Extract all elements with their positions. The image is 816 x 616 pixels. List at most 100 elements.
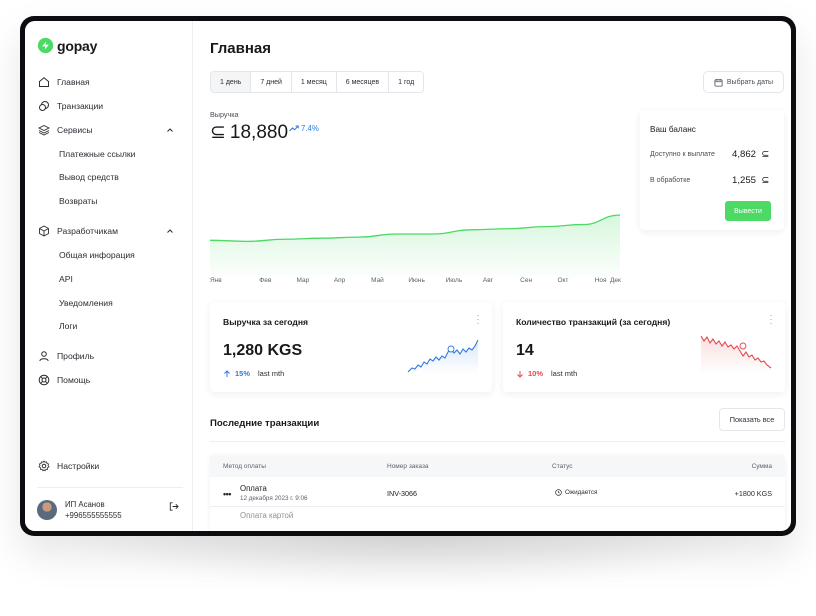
sidebar-subitem-refunds[interactable]: Возвраты: [59, 196, 97, 210]
user-phone: +996555555555: [65, 511, 122, 520]
x-tick-label: Авг: [482, 277, 494, 284]
payment-method: Оплата: [240, 484, 267, 493]
more-vertical-icon[interactable]: · · ·: [475, 311, 481, 328]
payment-method: Оплата картой: [240, 511, 294, 520]
user-profile[interactable]: ИП Асанов +996555555555: [37, 499, 122, 521]
sidebar-item-profile[interactable]: Профиль: [38, 347, 94, 365]
sidebar-item-services[interactable]: Сервисы: [38, 121, 93, 139]
logo[interactable]: gopay: [37, 37, 97, 54]
date-picker-button[interactable]: Выбрать даты: [703, 71, 784, 93]
main-content: Главная 1 день 7 дней 1 месяц 6 месяцев …: [193, 21, 791, 531]
sidebar-subitem-notifications[interactable]: Уведомления: [59, 298, 113, 312]
stat-value: 1,280 KGS: [223, 342, 303, 359]
column-header: Метод оплаты: [223, 463, 266, 470]
range-button-1-year[interactable]: 1 год: [389, 72, 424, 92]
x-tick-label: Янв: [210, 277, 222, 284]
sidebar-item-home[interactable]: Главная: [38, 73, 90, 91]
user-name: ИП Асанов: [65, 500, 105, 509]
show-all-button[interactable]: Показать все: [719, 408, 785, 431]
amount: +1800 KGS: [734, 489, 772, 498]
chevron-up-icon[interactable]: [165, 226, 175, 236]
currency-symbol: ⊆: [761, 149, 770, 160]
transactions-table: Метод оплаты Номер заказа Статус Сумма •…: [210, 455, 785, 531]
column-header: Номер заказа: [387, 463, 429, 470]
revenue-sparkline: [407, 339, 479, 374]
column-header: Сумма: [751, 463, 772, 470]
column-header: Статус: [552, 463, 573, 470]
revenue-value: ⊆ 18,880: [210, 121, 288, 144]
chart-x-axis: Янв Фев Мар Апр Май Июнь Июль Авг Сен Окт Ноя Дек: [210, 277, 621, 289]
sparkline-marker: [739, 342, 747, 350]
balance-title: Ваш баланс: [650, 125, 696, 134]
revenue-change: 7.4%: [289, 124, 319, 133]
range-button-7-days[interactable]: 7 дней: [251, 72, 292, 92]
arrow-down-icon: [517, 370, 523, 378]
stat-delta: 15% last mth: [223, 369, 284, 378]
stat-delta-value: 10%: [528, 369, 544, 378]
sidebar-subitem-logs[interactable]: Логи: [59, 321, 77, 335]
x-tick-label: Дек: [610, 277, 621, 284]
sidebar-subitem-general-info[interactable]: Общая инфорация: [59, 250, 135, 264]
table-row[interactable]: Оплата картой: [210, 507, 785, 527]
user-icon: [39, 351, 49, 362]
avatar: [37, 500, 57, 520]
range-selector: 1 день 7 дней 1 месяц 6 месяцев 1 год: [210, 71, 425, 93]
status-badge: Ожидается: [555, 489, 597, 496]
withdraw-button[interactable]: Вывести: [725, 201, 771, 221]
arrow-up-icon: [224, 369, 230, 377]
sidebar: gopay Главная Транзакции Сервисы Платежн…: [25, 21, 193, 531]
revenue-amount: 18,880: [229, 122, 289, 143]
sidebar-item-developers[interactable]: Разработчикам: [38, 222, 118, 240]
date-picker-label: Выбрать даты: [726, 78, 774, 86]
stat-title: Количество транзакций (за сегодня): [516, 317, 671, 327]
table-header: Метод оплаты Номер заказа Статус Сумма: [210, 455, 785, 477]
device-frame: gopay Главная Транзакции Сервисы Платежн…: [20, 16, 796, 536]
revenue-today-card: Выручка за сегодня · · · 1,280 KGS 15% las…: [210, 302, 492, 392]
status-text: Ожидается: [565, 489, 598, 496]
sidebar-item-label: Разработчикам: [57, 226, 118, 236]
chevron-up-icon[interactable]: [165, 125, 175, 135]
coins-icon: [39, 101, 49, 111]
more-vertical-icon[interactable]: · · ·: [768, 311, 774, 328]
app-screen: gopay Главная Транзакции Сервисы Платежн…: [25, 21, 791, 531]
logout-icon[interactable]: [168, 501, 179, 512]
page-title: Главная: [210, 40, 272, 57]
more-horizontal-icon[interactable]: •••: [223, 489, 231, 499]
sidebar-subitem-api[interactable]: API: [59, 274, 73, 288]
range-button-6-months[interactable]: 6 месяцев: [336, 72, 390, 92]
gopay-logo-icon: [37, 37, 54, 54]
revenue-area-chart: [210, 214, 620, 276]
sidebar-item-help[interactable]: Помощь: [38, 371, 90, 389]
x-tick-label: Апр: [333, 277, 346, 284]
sidebar-subitem-withdrawals[interactable]: Вывод средств: [59, 172, 119, 186]
sidebar-item-label: Сервисы: [57, 125, 93, 135]
order-number: INV-3066: [387, 489, 417, 498]
logo-text: gopay: [57, 37, 98, 54]
sidebar-item-settings[interactable]: Настройки: [38, 457, 99, 475]
sidebar-item-label: Транзакции: [57, 101, 104, 111]
x-tick-label: Мар: [296, 277, 310, 284]
available-amount: 4,862: [732, 149, 757, 160]
x-tick-label: Ноя: [594, 277, 607, 284]
home-icon: [39, 77, 49, 87]
x-tick-label: Фев: [259, 277, 272, 284]
table-row[interactable]: ••• Оплата 12 декабря 2023 г. 9:06 INV-3…: [210, 477, 785, 507]
x-tick-label: Июнь: [408, 277, 425, 284]
stat-delta-suffix: last mth: [551, 369, 578, 378]
stat-title: Выручка за сегодня: [223, 317, 309, 327]
range-button-1-day[interactable]: 1 день: [211, 72, 252, 92]
currency-symbol: ⊆: [210, 122, 226, 143]
x-tick-label: Июль: [445, 277, 463, 284]
sidebar-item-label: Настройки: [57, 461, 100, 471]
processing-label: В обработке: [650, 177, 691, 184]
available-value: 4,862 ⊆: [732, 149, 769, 160]
clock-icon: [555, 489, 562, 496]
revenue-label: Выручка: [210, 110, 239, 119]
stat-value: 14: [516, 342, 534, 359]
sidebar-subitem-payment-links[interactable]: Платежные ссылки: [59, 149, 136, 163]
sidebar-item-label: Профиль: [57, 351, 95, 361]
sidebar-item-transactions[interactable]: Транзакции: [38, 97, 103, 115]
stat-delta-value: 15%: [235, 369, 251, 378]
range-button-1-month[interactable]: 1 месяц: [291, 72, 337, 92]
x-tick-label: Сен: [520, 277, 533, 284]
